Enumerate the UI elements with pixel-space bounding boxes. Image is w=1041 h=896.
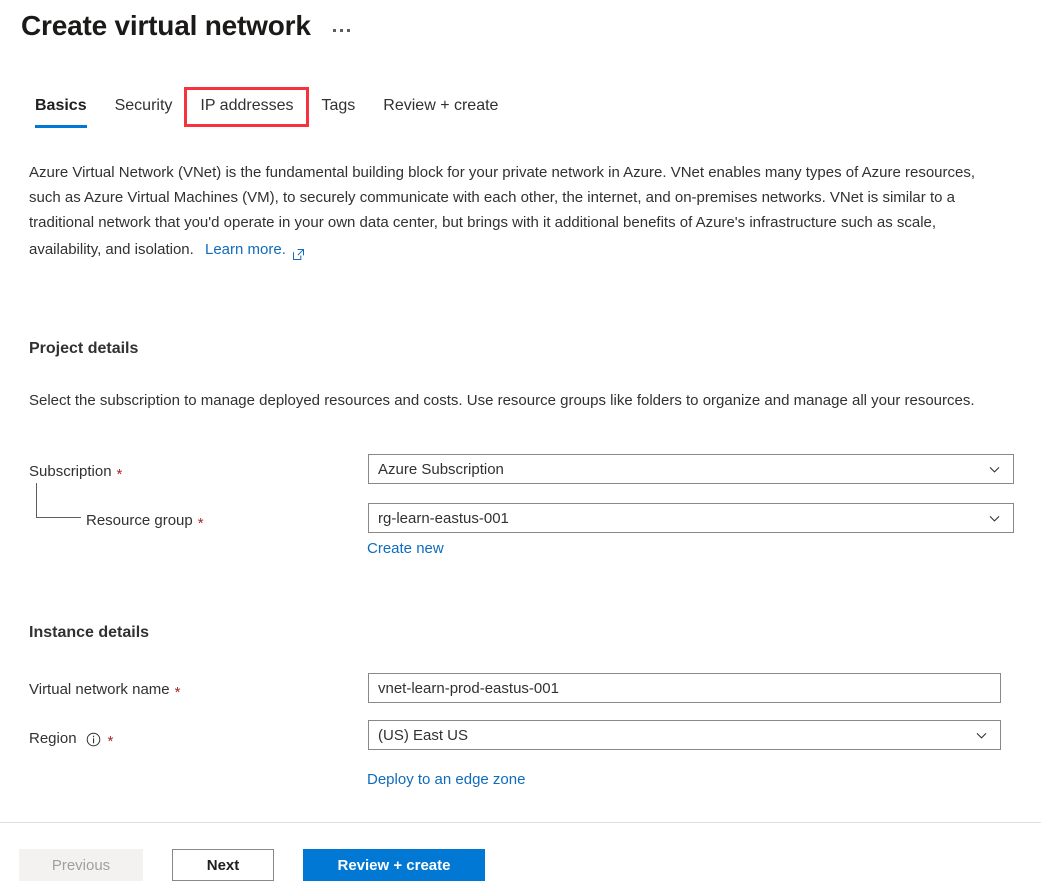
info-icon[interactable] xyxy=(86,732,101,747)
resource-group-dropdown[interactable]: rg-learn-eastus-001 xyxy=(368,503,1014,533)
virtual-network-name-value: vnet-learn-prod-eastus-001 xyxy=(378,679,559,697)
wizard-tabs: Basics Security IP addresses Tags Review… xyxy=(21,87,512,128)
virtual-network-name-label-text: Virtual network name xyxy=(29,681,170,698)
wizard-footer: Previous Next Review + create xyxy=(19,849,485,881)
region-value: (US) East US xyxy=(378,726,469,744)
learn-more-link[interactable]: Learn more. xyxy=(205,237,305,262)
resource-group-required-asterisk: * xyxy=(197,515,204,532)
virtual-network-name-label: Virtual network name * xyxy=(29,680,180,700)
tab-review-create[interactable]: Review + create xyxy=(369,92,512,128)
subscription-required-asterisk: * xyxy=(116,466,123,483)
resource-group-value: rg-learn-eastus-001 xyxy=(378,509,509,527)
region-label: Region * xyxy=(29,729,113,749)
virtual-network-name-input[interactable]: vnet-learn-prod-eastus-001 xyxy=(368,673,1001,703)
resource-group-tree-connector xyxy=(36,483,81,518)
subscription-label: Subscription * xyxy=(29,462,122,482)
tab-ip-addresses-label: IP addresses xyxy=(200,97,294,114)
review-create-button[interactable]: Review + create xyxy=(303,849,485,881)
tab-security-label: Security xyxy=(114,97,173,114)
region-label-text: Region xyxy=(29,730,77,747)
subscription-value: Azure Subscription xyxy=(378,460,504,478)
create-new-resource-group-link[interactable]: Create new xyxy=(367,539,444,559)
tab-review-create-label: Review + create xyxy=(383,97,499,114)
tab-ip-addresses[interactable]: IP addresses xyxy=(184,87,310,127)
subscription-dropdown[interactable]: Azure Subscription xyxy=(368,454,1014,484)
page-title: Create virtual network xyxy=(21,10,311,41)
tab-basics[interactable]: Basics xyxy=(21,92,101,128)
resource-group-label: Resource group * xyxy=(86,511,204,531)
intro-paragraph: Azure Virtual Network (VNet) is the fund… xyxy=(29,160,1009,262)
chevron-down-icon xyxy=(975,729,988,742)
tab-tags-label: Tags xyxy=(321,97,356,114)
dot-1 xyxy=(332,28,336,32)
virtual-network-name-required-asterisk: * xyxy=(174,684,181,701)
dot-2 xyxy=(339,28,343,32)
resource-group-label-text: Resource group xyxy=(86,512,193,529)
intro-text: Azure Virtual Network (VNet) is the fund… xyxy=(29,164,976,258)
external-link-icon xyxy=(292,244,305,260)
more-options-icon[interactable] xyxy=(329,23,354,38)
previous-button[interactable]: Previous xyxy=(19,849,143,881)
learn-more-label: Learn more. xyxy=(205,241,286,258)
deploy-edge-zone-link[interactable]: Deploy to an edge zone xyxy=(367,770,525,790)
region-required-asterisk: * xyxy=(107,733,114,750)
footer-divider xyxy=(0,822,1041,823)
tab-security[interactable]: Security xyxy=(101,92,187,128)
project-details-description: Select the subscription to manage deploy… xyxy=(29,392,975,409)
chevron-down-icon xyxy=(988,463,1001,476)
dot-3 xyxy=(346,28,350,32)
page-header: Create virtual network xyxy=(21,8,354,44)
tab-basics-label: Basics xyxy=(35,97,87,114)
instance-details-heading: Instance details xyxy=(29,624,150,641)
project-details-heading: Project details xyxy=(29,340,139,357)
subscription-label-text: Subscription xyxy=(29,463,112,480)
region-dropdown[interactable]: (US) East US xyxy=(368,720,1001,750)
next-button[interactable]: Next xyxy=(172,849,274,881)
chevron-down-icon xyxy=(988,512,1001,525)
tab-tags[interactable]: Tags xyxy=(307,92,369,128)
